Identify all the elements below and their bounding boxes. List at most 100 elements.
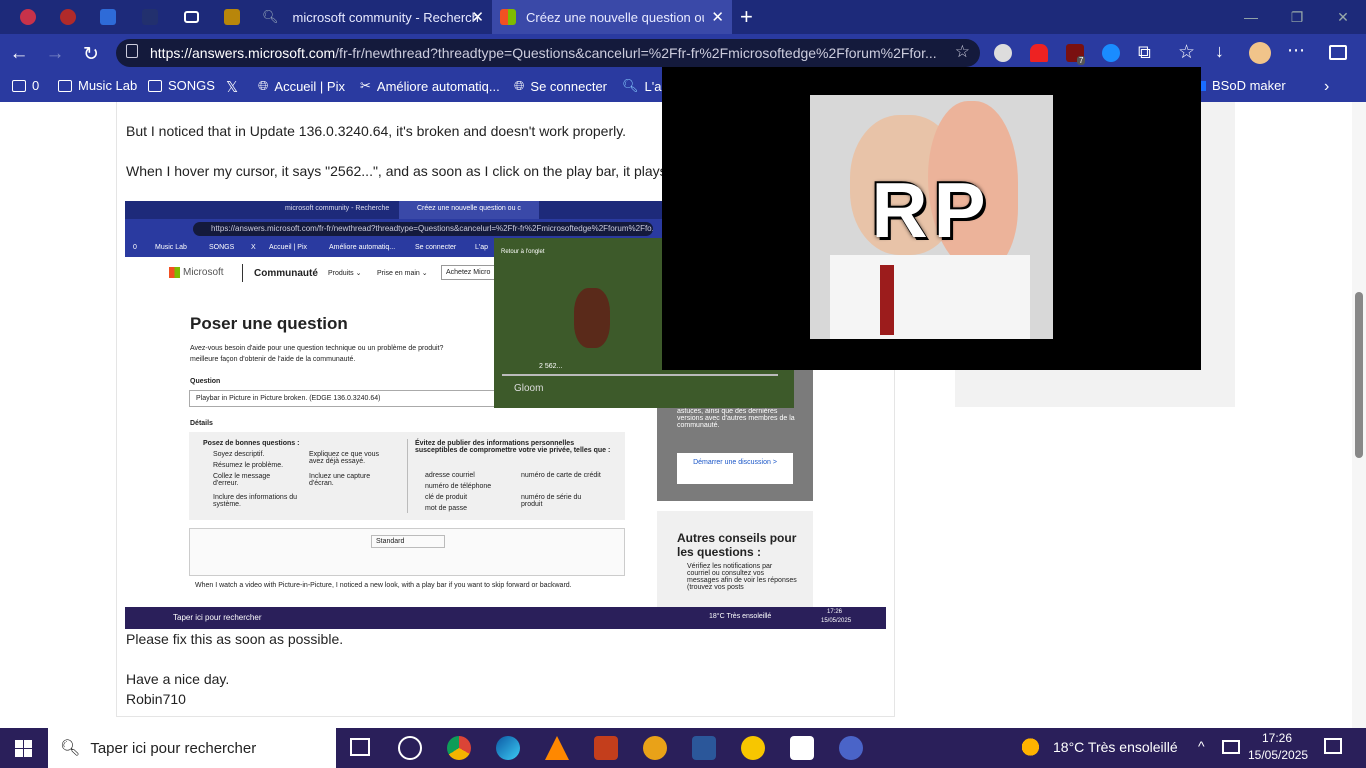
clock-time[interactable]: 17:26 — [1262, 731, 1292, 745]
bookmark-pix[interactable]: 🌐︎ Accueil | Pix — [258, 78, 345, 94]
folder-icon — [12, 79, 26, 92]
bookmark-bsod-maker[interactable]: BSoD maker — [1196, 78, 1286, 93]
shot-style-select: Standard — [371, 535, 445, 548]
tab-3[interactable] — [88, 0, 128, 34]
minimize-button[interactable]: — — [1228, 0, 1274, 34]
shot-avoid-item: clé de produit — [425, 494, 468, 501]
chrome-icon[interactable] — [447, 736, 471, 760]
task-view-icon[interactable] — [350, 738, 370, 756]
url-field[interactable]: https://answers.microsoft.com/fr-fr/newt… — [116, 39, 980, 67]
shot-editor-text: When I watch a video with Picture-in-Pic… — [195, 582, 572, 589]
post-line-5: Robin710 — [126, 691, 186, 707]
post-line-4: Have a nice day. — [126, 671, 230, 687]
bookmark-ameliore[interactable]: ✂ Améliore automatiq... — [360, 78, 500, 94]
bookmark-label: SONGS — [168, 78, 215, 93]
tab-bar: 🔍︎ microsoft community - Recherche ✕ Cré… — [0, 0, 1366, 34]
shot-tips-divider — [407, 439, 408, 513]
taskbar-search-placeholder: Taper ici pour rechercher — [90, 739, 257, 757]
shot-bm: SONGS — [209, 244, 235, 251]
microsoft-logo-icon — [169, 267, 180, 278]
shot-bm: L'ap — [475, 244, 489, 251]
chatgpt-icon[interactable] — [398, 736, 422, 760]
shot-time: 17:26 — [827, 609, 843, 615]
shot-good-item: Collez le message d'erreur. — [213, 473, 271, 487]
shot-bm: X — [251, 244, 256, 251]
tab-title: microsoft community - Recherche — [292, 9, 479, 25]
bookmark-folder-0[interactable]: 0 — [12, 78, 39, 93]
pacman-ghost-icon[interactable] — [1030, 44, 1048, 62]
favorites-icon[interactable]: ☆ — [1178, 41, 1195, 64]
bookmark-music-lab[interactable]: Music Lab — [58, 78, 137, 93]
search-icon: 🔍︎ — [262, 9, 279, 24]
taskbar-search[interactable]: 🔍︎ Taper ici pour rechercher — [48, 728, 336, 768]
bookmark-label: 0 — [32, 78, 40, 93]
tab-6[interactable] — [212, 0, 252, 34]
shot-side-text: astuces, ainsi que des dernières version… — [677, 408, 795, 429]
app-icon[interactable] — [643, 736, 667, 760]
weather-text: 18°C Très ensoleillé — [1053, 739, 1178, 755]
app-icon[interactable] — [839, 736, 863, 760]
shot-avoid-item: numéro de série du produit — [521, 494, 582, 508]
notifications-icon[interactable] — [1324, 738, 1342, 754]
download-icon[interactable]: ↓ — [1215, 41, 1224, 62]
plus-icon: + — [740, 4, 753, 29]
picture-in-picture-window[interactable]: RP — [662, 67, 1201, 370]
shot-bm: Améliore automatiq... — [329, 244, 396, 251]
bookmark-songs[interactable]: SONGS — [148, 78, 215, 93]
tab-active[interactable]: Créez une nouvelle question ou c ✕ — [492, 0, 732, 34]
edge-icon[interactable] — [496, 736, 520, 760]
forward-icon[interactable]: → — [44, 43, 66, 65]
capcut-icon[interactable] — [790, 736, 814, 760]
new-tab-button[interactable]: + — [736, 0, 764, 34]
shot-menu-buy: Achetez Micro — [441, 265, 495, 280]
microsoft-icon — [500, 9, 516, 25]
scrollbar-thumb[interactable] — [1355, 292, 1363, 458]
tab-4[interactable] — [128, 0, 170, 34]
sidebar-toggle-icon[interactable] — [1329, 45, 1347, 60]
tab-search[interactable]: 🔍︎ microsoft community - Recherche ✕ — [252, 0, 492, 34]
bookmarks-overflow-icon[interactable]: › — [1324, 78, 1329, 96]
close-icon[interactable]: ✕ — [471, 8, 484, 26]
shot-question-label: Question — [190, 378, 221, 385]
restore-button[interactable]: ❐ — [1274, 0, 1320, 34]
extension-icon[interactable] — [994, 44, 1012, 62]
avatar[interactable] — [1249, 42, 1271, 64]
search-icon: 🔍︎ — [60, 740, 81, 757]
vlc-icon[interactable] — [545, 736, 569, 760]
shot-bm: Music Lab — [155, 244, 187, 251]
clock-date[interactable]: 15/05/2025 — [1248, 748, 1308, 762]
shot-side2-title: Autres conseils pour les questions : — [677, 531, 797, 559]
tab-5[interactable] — [170, 0, 212, 34]
word-icon[interactable] — [692, 736, 716, 760]
url-path: /fr-fr/newthread?threadtype=Questions&ca… — [335, 45, 937, 61]
refresh-icon[interactable]: ↻ — [80, 43, 102, 65]
shot-good-item: Incluez une capture d'écran. — [309, 473, 371, 487]
network-icon[interactable] — [1222, 740, 1240, 754]
shot-video-character — [574, 288, 610, 348]
chevron-up-icon[interactable]: ^ — [1198, 738, 1205, 754]
star-icon[interactable]: ☆ — [955, 42, 970, 62]
shot-heading: Poser une question — [190, 314, 348, 333]
bookmark-label: Accueil | Pix — [274, 78, 345, 94]
app-icon[interactable] — [741, 736, 765, 760]
game-icon — [20, 9, 36, 25]
tab-1[interactable] — [10, 0, 48, 34]
powerpoint-icon[interactable] — [594, 736, 618, 760]
shot-intro-2: meilleure façon d'obtenir de l'aide de l… — [190, 356, 356, 363]
bookmark-label: Se connecter — [530, 78, 608, 94]
shot-divider — [242, 264, 243, 282]
back-icon[interactable]: ← — [8, 43, 30, 65]
puzzle-icon[interactable]: ⧉ — [1138, 42, 1151, 63]
more-icon[interactable]: ⋯ — [1287, 40, 1305, 61]
bookmark-se-connecter[interactable]: 🌐︎ Se connecter — [514, 78, 607, 94]
shot-good-title: Posez de bonnes questions : — [203, 440, 300, 447]
globe-icon: 🌐︎ — [258, 78, 269, 93]
close-window-button[interactable]: ✕ — [1320, 0, 1366, 34]
shazam-icon[interactable] — [1102, 44, 1120, 62]
bookmark-label: Music Lab — [78, 78, 138, 93]
bookmark-x[interactable]: 𝕏 — [226, 78, 244, 96]
shot-good-item: Résumez le problème. — [213, 462, 284, 469]
close-icon[interactable]: ✕ — [711, 8, 724, 26]
tab-2[interactable] — [48, 0, 88, 34]
windows-start-icon[interactable] — [15, 740, 32, 757]
